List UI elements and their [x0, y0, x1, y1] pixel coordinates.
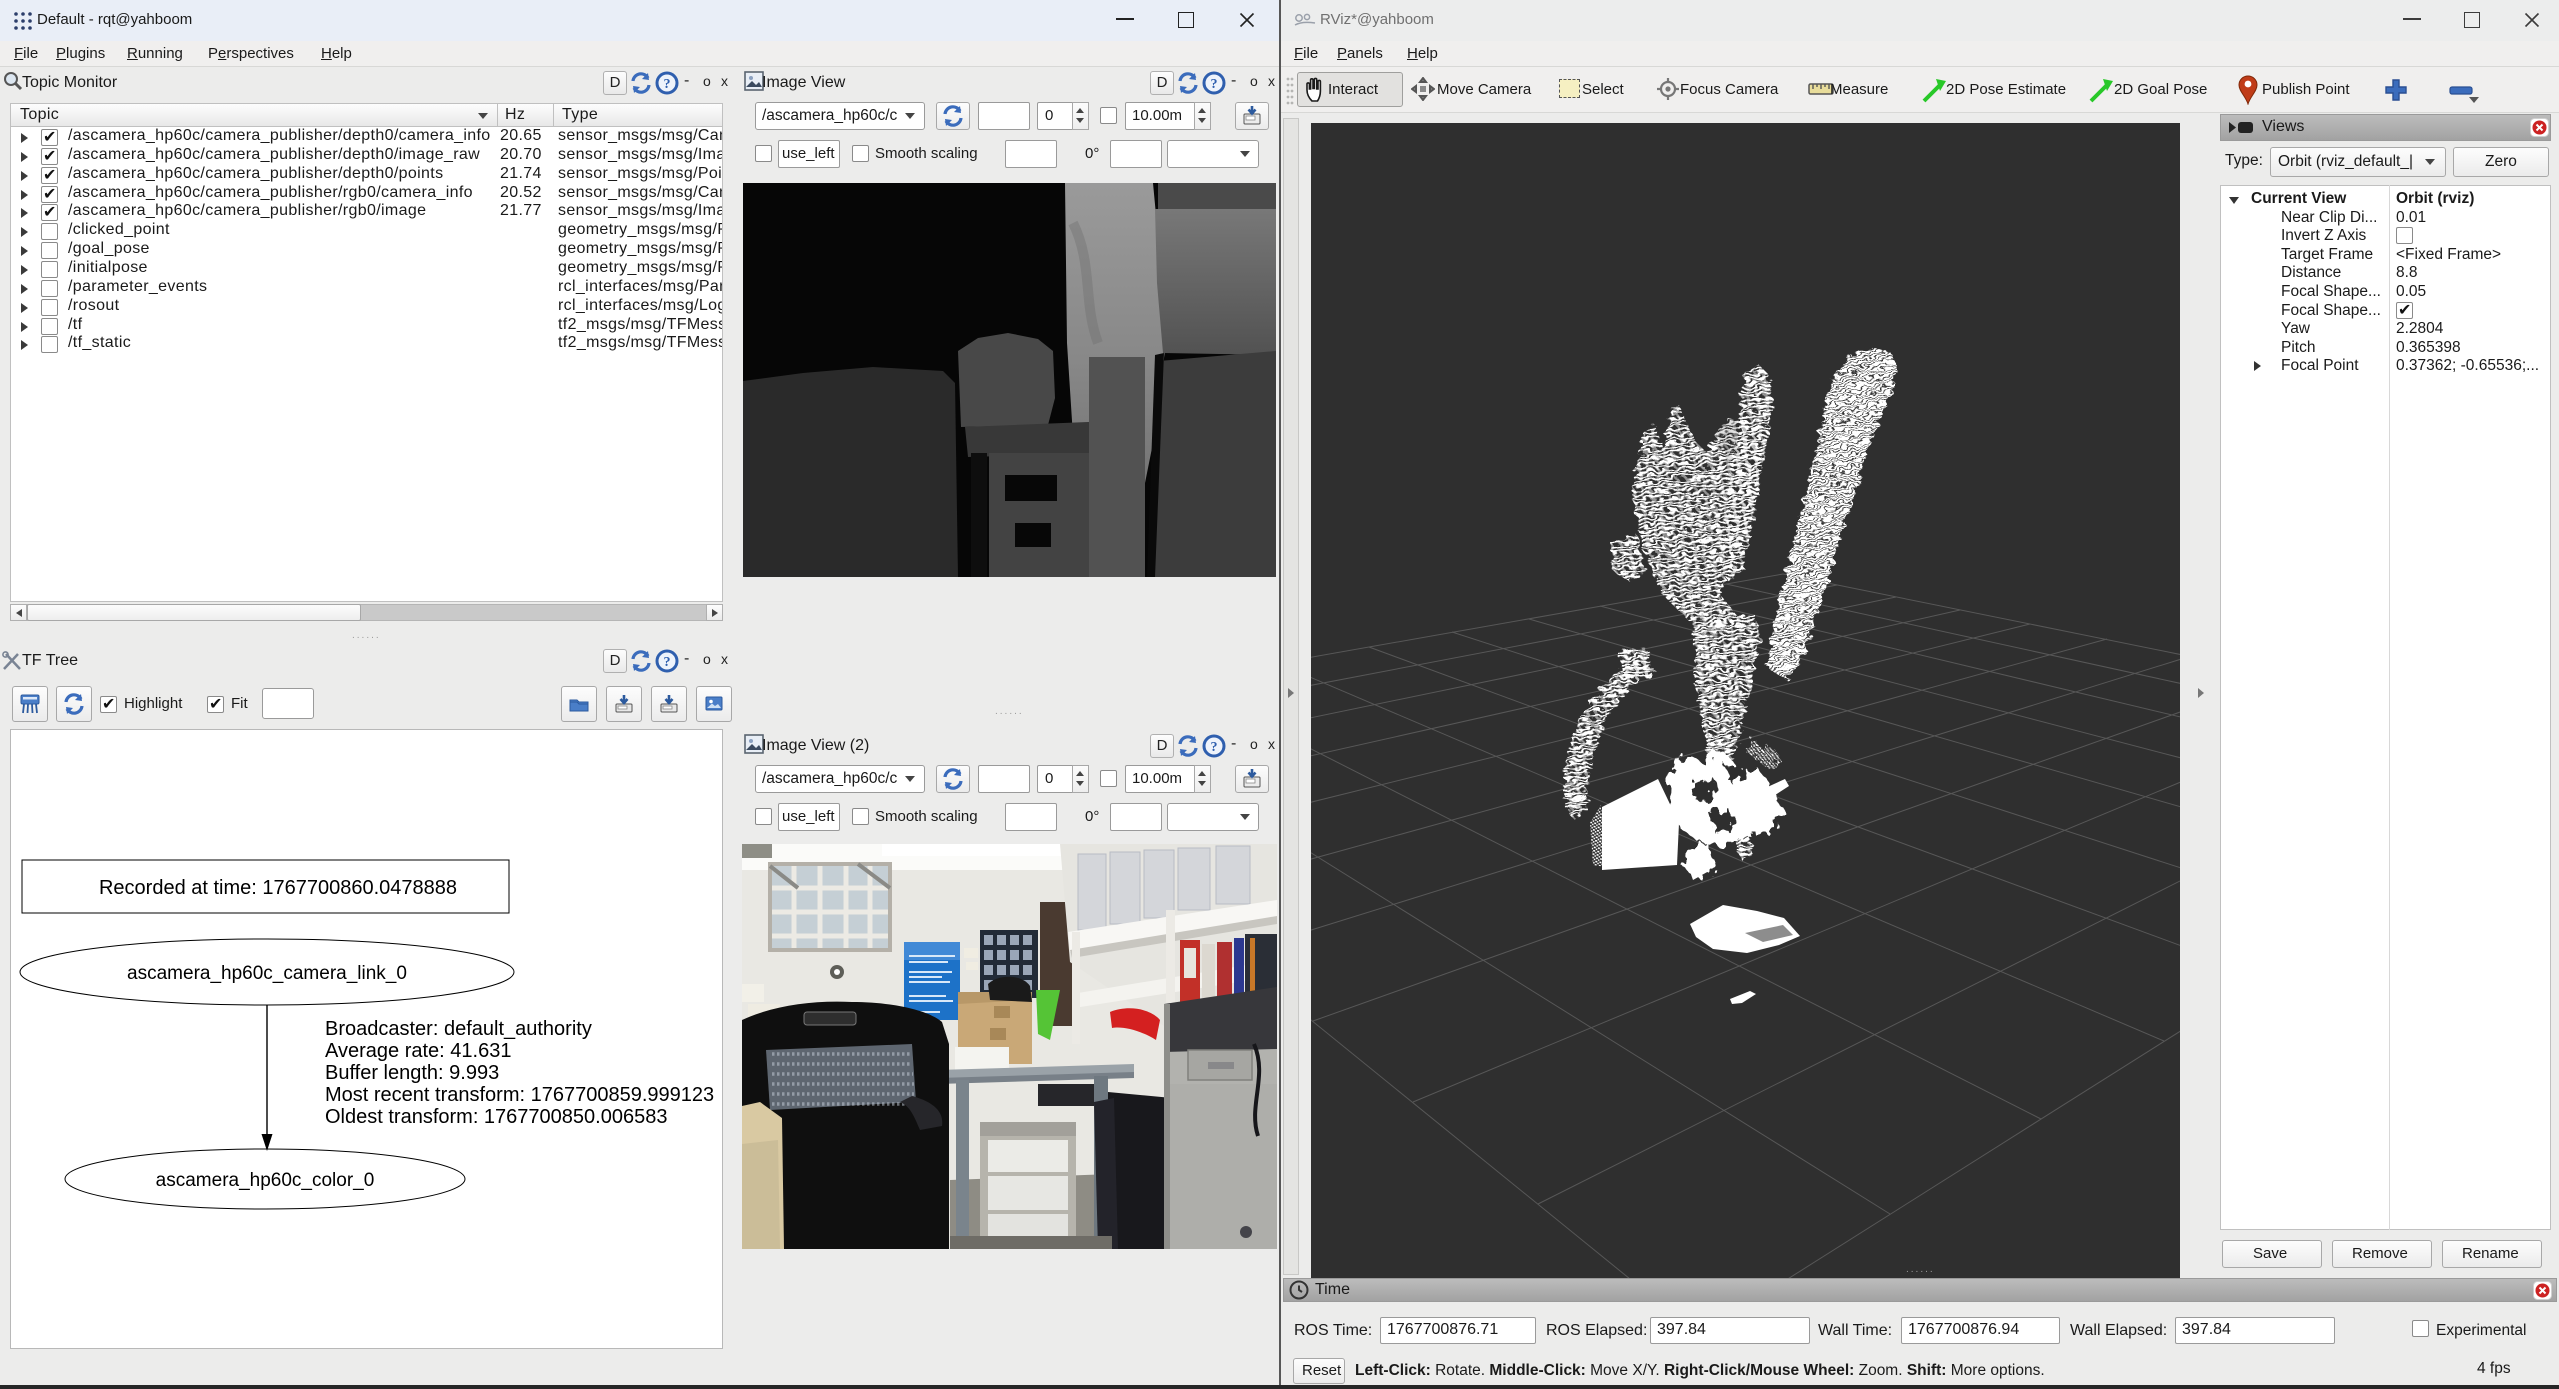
svg-text:?: ? [664, 77, 671, 92]
svg-text:Average rate: 41.631: Average rate: 41.631 [325, 1040, 511, 1062]
svg-text:Buffer length: 9.993: Buffer length: 9.993 [325, 1062, 499, 1084]
svg-text:?: ? [1211, 77, 1218, 92]
svg-text:?: ? [664, 655, 671, 670]
svg-text:Broadcaster: default_authority: Broadcaster: default_authority [325, 1018, 592, 1040]
svg-text:Oldest transform: 1767700850.0: Oldest transform: 1767700850.006583 [325, 1106, 667, 1128]
svg-text:ascamera_hp60c_color_0: ascamera_hp60c_color_0 [156, 1170, 375, 1191]
svg-text:Recorded at time: 1767700860.0: Recorded at time: 1767700860.0478888 [99, 877, 457, 899]
svg-text:?: ? [1211, 740, 1218, 755]
svg-text:Most recent transform: 1767700: Most recent transform: 1767700859.999123 [325, 1084, 714, 1106]
svg-text:ascamera_hp60c_camera_link_0: ascamera_hp60c_camera_link_0 [127, 963, 407, 984]
